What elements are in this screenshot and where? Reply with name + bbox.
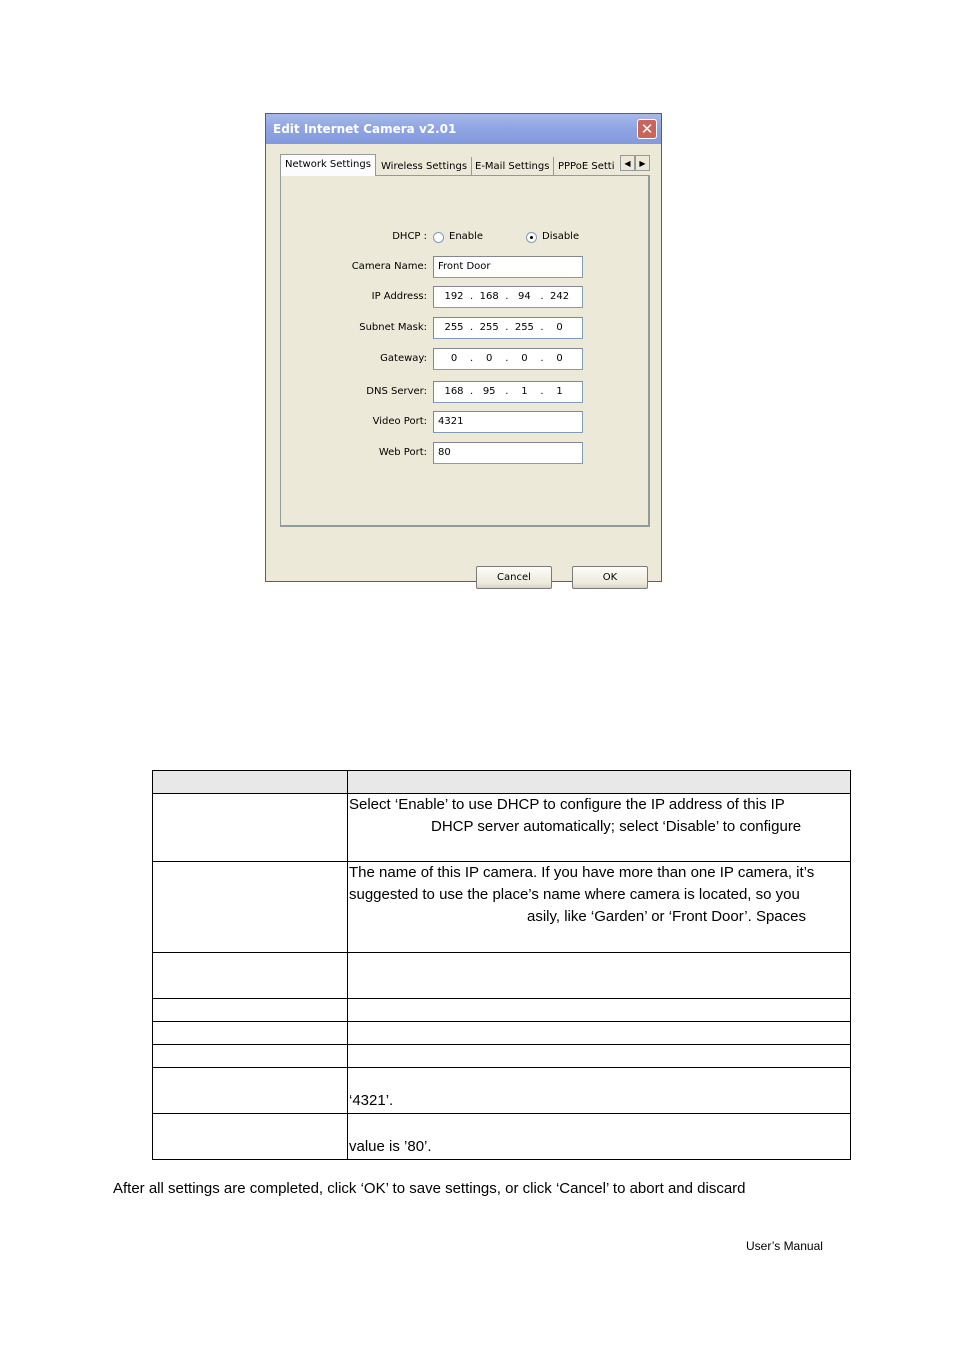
table-cell-description: value is ’80’.	[347, 1113, 851, 1160]
instruction-paragraph: After all settings are completed, click …	[113, 1180, 746, 1197]
ip-octet[interactable]: 192	[442, 287, 466, 307]
dialog-titlebar: Edit Internet Camera v2.01 ✕	[266, 114, 661, 144]
subnet-mask-label: Subnet Mask:	[359, 322, 427, 333]
table-cell-description	[347, 998, 851, 1022]
description-line: suggested to use the place’s name where …	[349, 886, 800, 903]
subnet-octet[interactable]: 255	[442, 318, 466, 338]
dialog-title: Edit Internet Camera v2.01	[273, 122, 457, 136]
radio-checked-icon	[526, 231, 537, 243]
table-cell-description: The name of this IP camera. If you have …	[347, 861, 851, 953]
table-cell-item	[152, 1067, 348, 1114]
table-row	[152, 952, 851, 999]
description-line	[349, 1068, 849, 1090]
ip-octet[interactable]: 94	[512, 287, 536, 307]
table-cell-item	[152, 998, 348, 1022]
tab-strip: Network Settings Wireless Settings E-Mai…	[280, 154, 650, 176]
subnet-octet[interactable]: 255	[512, 318, 536, 338]
dns-server-row: DNS Server: 168. 95. 1. 1	[281, 381, 651, 403]
description-line	[349, 1114, 849, 1136]
cancel-button[interactable]: Cancel	[476, 566, 552, 589]
tab-network-settings[interactable]: Network Settings	[280, 154, 376, 176]
video-port-label: Video Port:	[372, 416, 427, 427]
network-settings-panel: DHCP : Enable Disable Camera Name: Front…	[280, 175, 650, 527]
table-row: value is ’80’.	[152, 1113, 851, 1160]
tab-scroll-right-icon[interactable]: ▶	[635, 155, 650, 171]
gateway-octet[interactable]: 0	[548, 349, 572, 369]
table-header-row	[152, 770, 851, 794]
ip-octet[interactable]: 168	[477, 287, 501, 307]
ip-address-input[interactable]: 192. 168. 94. 242	[433, 286, 583, 308]
camera-name-label: Camera Name:	[351, 261, 427, 272]
table-cell-item	[152, 952, 348, 999]
table-row	[152, 998, 851, 1022]
gateway-input[interactable]: 0. 0. 0. 0	[433, 348, 583, 370]
table-header-cell	[347, 770, 851, 794]
tab-wireless-settings[interactable]: Wireless Settings	[377, 157, 473, 176]
table-header-cell	[152, 770, 348, 794]
table-row	[152, 1021, 851, 1045]
table-cell-item	[152, 861, 348, 953]
gateway-octet[interactable]: 0	[477, 349, 501, 369]
gateway-label: Gateway:	[380, 353, 427, 364]
ip-address-row: IP Address: 192. 168. 94. 242	[281, 286, 651, 308]
table-cell-description: Select ‘Enable’ to use DHCP to configure…	[347, 793, 851, 862]
table-row: Select ‘Enable’ to use DHCP to configure…	[152, 793, 851, 862]
table-row: The name of this IP camera. If you have …	[152, 861, 851, 953]
table-row	[152, 1044, 851, 1068]
dns-octet[interactable]: 95	[477, 382, 501, 402]
dhcp-enable-radio[interactable]: Enable	[433, 231, 483, 243]
table-row: ‘4321’.	[152, 1067, 851, 1114]
table-cell-description	[347, 1044, 851, 1068]
table-cell-description	[347, 952, 851, 999]
tab-scroll-left-icon[interactable]: ◀	[620, 155, 635, 171]
dhcp-disable-radio[interactable]: Disable	[526, 231, 579, 243]
video-port-input[interactable]: 4321	[433, 411, 583, 433]
description-line: value is ’80’.	[349, 1138, 432, 1155]
camera-name-row: Camera Name: Front Door	[281, 256, 651, 278]
dns-octet[interactable]: 1	[512, 382, 536, 402]
tab-scroll-buttons: ◀ ▶	[620, 155, 650, 172]
camera-name-input[interactable]: Front Door	[433, 256, 583, 278]
table-cell-item	[152, 1113, 348, 1160]
close-icon[interactable]: ✕	[637, 119, 657, 139]
gateway-octet[interactable]: 0	[442, 349, 466, 369]
description-line: DHCP server automatically; select ‘Disab…	[431, 818, 802, 835]
radio-unchecked-icon	[433, 231, 444, 243]
gateway-octet[interactable]: 0	[512, 349, 536, 369]
dhcp-label: DHCP :	[392, 231, 427, 242]
dhcp-disable-label: Disable	[542, 231, 580, 242]
web-port-row: Web Port: 80	[281, 442, 651, 464]
web-port-input[interactable]: 80	[433, 442, 583, 464]
ok-button[interactable]: OK	[572, 566, 648, 589]
tab-pppoe-settings[interactable]: PPPoE Setti	[554, 157, 618, 176]
subnet-mask-input[interactable]: 255. 255. 255. 0	[433, 317, 583, 339]
table-cell-item	[152, 1044, 348, 1068]
ip-octet[interactable]: 242	[548, 287, 572, 307]
edit-camera-dialog: Edit Internet Camera v2.01 ✕ Network Set…	[265, 113, 662, 589]
table-cell-description: ‘4321’.	[347, 1067, 851, 1114]
description-line: The name of this IP camera. If you have …	[349, 864, 815, 881]
tab-email-settings[interactable]: E-Mail Settings	[471, 157, 555, 176]
dns-octet[interactable]: 1	[548, 382, 572, 402]
description-line: asily, like ‘Garden’ or ‘Front Door’. Sp…	[527, 908, 806, 925]
table-cell-item	[152, 793, 348, 862]
subnet-mask-row: Subnet Mask: 255. 255. 255. 0	[281, 317, 651, 339]
dns-server-input[interactable]: 168. 95. 1. 1	[433, 381, 583, 403]
page-footer: User’s Manual	[746, 1239, 823, 1253]
table-cell-description	[347, 1021, 851, 1045]
table-cell-item	[152, 1021, 348, 1045]
video-port-row: Video Port: 4321	[281, 411, 651, 433]
dns-server-label: DNS Server:	[366, 386, 427, 397]
dns-octet[interactable]: 168	[442, 382, 466, 402]
web-port-label: Web Port:	[378, 447, 427, 458]
gateway-row: Gateway: 0. 0. 0. 0	[281, 348, 651, 370]
description-line: ‘4321’.	[349, 1092, 394, 1109]
subnet-octet[interactable]: 0	[548, 318, 572, 338]
dhcp-enable-label: Enable	[449, 231, 484, 242]
subnet-octet[interactable]: 255	[477, 318, 501, 338]
settings-description-table: Select ‘Enable’ to use DHCP to configure…	[152, 770, 851, 1160]
dhcp-row: DHCP : Enable Disable	[281, 226, 651, 248]
description-line: Select ‘Enable’ to use DHCP to configure…	[349, 796, 785, 813]
ip-address-label: IP Address:	[371, 291, 427, 302]
